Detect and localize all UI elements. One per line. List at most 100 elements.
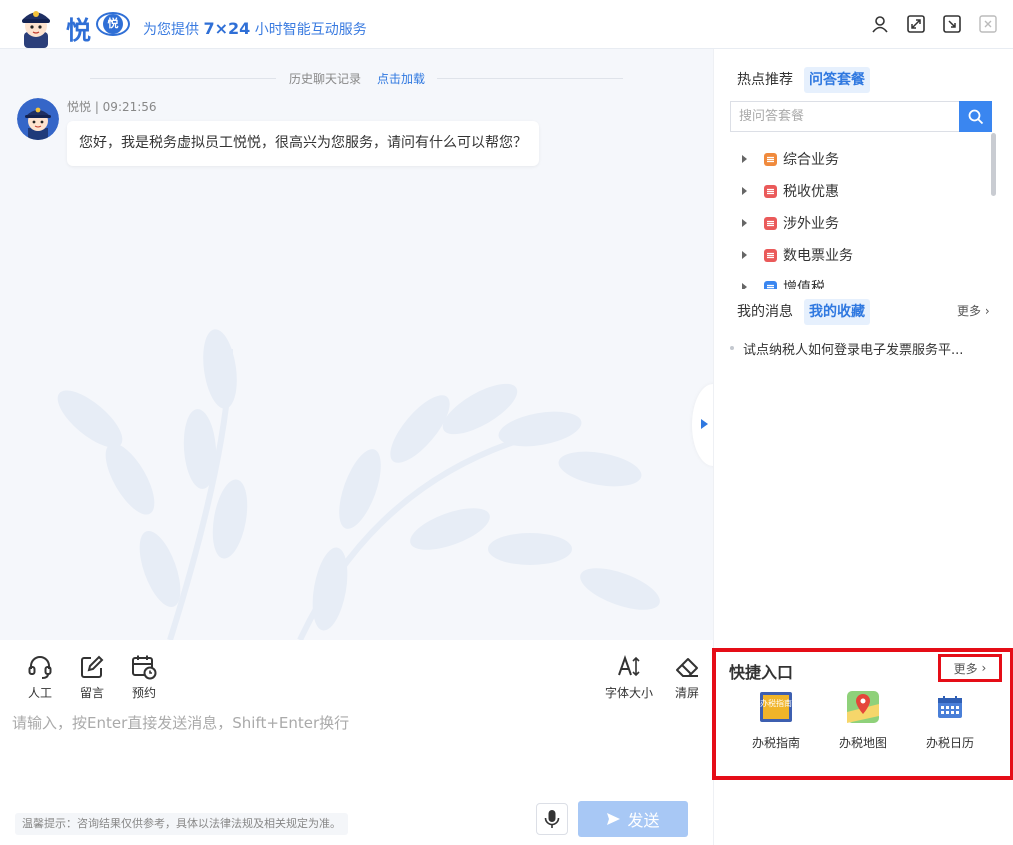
tree-item-tax-incentive[interactable]: 税收优惠 xyxy=(730,175,998,207)
bot-message-bubble: 您好，我是税务虚拟员工悦悦，很高兴为您服务，请问有什么可以帮您？ xyxy=(67,121,539,166)
quick-tax-map[interactable]: 办税地图 xyxy=(829,690,897,751)
tab-qa-package[interactable]: 问答套餐 xyxy=(804,67,870,93)
tree-item-foreign[interactable]: 涉外业务 xyxy=(730,207,998,239)
quick-tax-calendar[interactable]: 办税日历 xyxy=(916,690,984,751)
disclaimer-tip: 温馨提示：咨询结果仅供参考，具体以法律法规及相关规定为准。 xyxy=(15,813,348,835)
tree-item-vat[interactable]: 增值税 xyxy=(730,271,998,289)
divider-line-left xyxy=(90,78,276,79)
caret-right-icon xyxy=(742,283,747,289)
eraser-icon xyxy=(674,654,700,680)
bot-avatar xyxy=(17,98,59,140)
message-tabs: 我的消息 我的收藏 xyxy=(732,299,870,325)
brand-badge-text: 悦 xyxy=(103,14,123,34)
tree-item-label: 涉外业务 xyxy=(783,216,839,232)
input-area: 人工 留言 预约 字体大小 清屏 温馨提示：咨询结果仅供参考，具体以法律法规及相… xyxy=(0,640,713,845)
tax-guide-icon: 办税指南 xyxy=(759,690,793,724)
qa-category-tree: 综合业务 税收优惠 涉外业务 数电票业务 增值税 xyxy=(730,143,998,289)
quick-entry-section: 快捷入口 更多 › 办税指南 办税指南 办税地图 办税日历 xyxy=(712,648,1013,780)
send-label: 发送 xyxy=(627,811,660,830)
tab-hot-recommend[interactable]: 热点推荐 xyxy=(732,67,798,93)
user-icon[interactable] xyxy=(870,14,889,33)
window-controls xyxy=(870,14,997,33)
tree-item-label: 增值税 xyxy=(783,280,825,289)
tree-item-e-invoice[interactable]: 数电票业务 xyxy=(730,239,998,271)
font-size-icon xyxy=(616,654,642,680)
quick-tax-map-label: 办税地图 xyxy=(838,736,887,750)
chevron-right-icon: › xyxy=(984,304,990,318)
send-button[interactable]: 发送 xyxy=(578,801,688,837)
minimize-icon[interactable] xyxy=(942,14,961,33)
right-panel: 热点推荐 问答套餐 综合业务 税收优惠 涉外业务 数电票业务 xyxy=(712,49,1013,845)
booking-label: 预约 xyxy=(131,686,156,700)
brand-badge: 悦 xyxy=(96,12,130,36)
slogan-bold: 7×24 xyxy=(203,19,251,38)
slogan: 为您提供 7×24 小时智能互动服务 xyxy=(143,19,367,39)
booking-button[interactable]: 预约 xyxy=(124,654,164,701)
tree-item-icon xyxy=(764,152,777,166)
tax-guide-icon-text: 办税指南 xyxy=(760,698,792,708)
tree-item-icon xyxy=(764,248,777,262)
headset-icon xyxy=(27,654,53,680)
slogan-suffix: 小时智能互动服务 xyxy=(254,22,367,38)
chat-area[interactable]: 历史聊天记录 点击加载 悦悦 | 09:21:56 您好，我是税务虚拟员工悦悦，… xyxy=(0,49,713,640)
calendar-clock-icon xyxy=(131,654,157,680)
voice-input-button[interactable] xyxy=(536,803,568,835)
history-divider: 历史聊天记录 点击加载 xyxy=(0,69,713,87)
quick-more-label: 更多 xyxy=(953,661,978,676)
tree-scrollbar[interactable] xyxy=(991,133,996,196)
favorites-more-link[interactable]: 更多 › xyxy=(957,302,990,319)
leave-message-button[interactable]: 留言 xyxy=(72,654,112,701)
divider-line-right xyxy=(437,78,623,79)
message-meta: 悦悦 | 09:21:56 xyxy=(67,100,157,114)
map-pin-icon xyxy=(846,690,880,724)
calendar-icon xyxy=(933,690,967,724)
tree-item-general[interactable]: 综合业务 xyxy=(730,143,998,175)
history-label: 历史聊天记录 xyxy=(289,72,362,86)
recommend-tabs: 热点推荐 问答套餐 xyxy=(732,67,870,93)
app-header: 悦 悦 为您提供 7×24 小时智能互动服务 xyxy=(0,0,1013,49)
font-size-label: 字体大小 xyxy=(604,686,653,700)
search-icon xyxy=(968,109,983,124)
brand-word: 悦 xyxy=(66,16,92,45)
caret-right-icon xyxy=(742,187,747,195)
tab-my-favorites[interactable]: 我的收藏 xyxy=(804,299,870,325)
caret-right-icon xyxy=(742,219,747,227)
qa-search-input[interactable] xyxy=(730,101,959,132)
message-input[interactable] xyxy=(12,712,702,802)
load-history-link[interactable]: 点击加载 xyxy=(377,70,425,87)
clear-screen-button[interactable]: 清屏 xyxy=(667,654,707,701)
qa-search-button[interactable] xyxy=(959,101,992,132)
leave-message-label: 留言 xyxy=(79,686,104,700)
edit-icon xyxy=(79,654,105,680)
tree-item-icon xyxy=(764,184,777,198)
tab-my-messages[interactable]: 我的消息 xyxy=(732,299,798,325)
expand-icon[interactable] xyxy=(906,14,925,33)
yueyue-avatar xyxy=(16,2,56,48)
bullet-dot xyxy=(730,346,734,350)
human-service-button[interactable]: 人工 xyxy=(20,654,60,701)
quick-tax-calendar-label: 办税日历 xyxy=(925,736,974,750)
chevron-right-icon: › xyxy=(981,661,987,675)
slogan-prefix: 为您提供 xyxy=(143,22,199,38)
favorites-more-label: 更多 xyxy=(957,304,982,318)
close-icon[interactable] xyxy=(978,14,997,33)
human-service-label: 人工 xyxy=(27,686,52,700)
caret-right-icon xyxy=(742,155,747,163)
triangle-right-icon xyxy=(701,419,708,429)
quick-tax-guide[interactable]: 办税指南 办税指南 xyxy=(742,690,810,751)
favorite-item-text: 试点纳税人如何登录电子发票服务平... xyxy=(743,342,964,358)
font-size-button[interactable]: 字体大小 xyxy=(603,654,655,701)
quick-entry-more-button[interactable]: 更多 › xyxy=(938,654,1002,682)
clear-screen-label: 清屏 xyxy=(674,686,699,700)
send-icon xyxy=(607,813,621,825)
tree-item-label: 数电票业务 xyxy=(783,248,853,264)
qa-search xyxy=(730,101,992,132)
tree-item-label: 税收优惠 xyxy=(783,184,839,200)
quick-entry-title: 快捷入口 xyxy=(729,663,794,682)
microphone-icon xyxy=(544,810,560,828)
caret-right-icon xyxy=(742,251,747,259)
tree-item-icon xyxy=(764,216,777,230)
tree-item-label: 综合业务 xyxy=(783,152,839,168)
quick-tax-guide-label: 办税指南 xyxy=(751,736,800,750)
favorite-item[interactable]: 试点纳税人如何登录电子发票服务平... xyxy=(730,339,992,358)
